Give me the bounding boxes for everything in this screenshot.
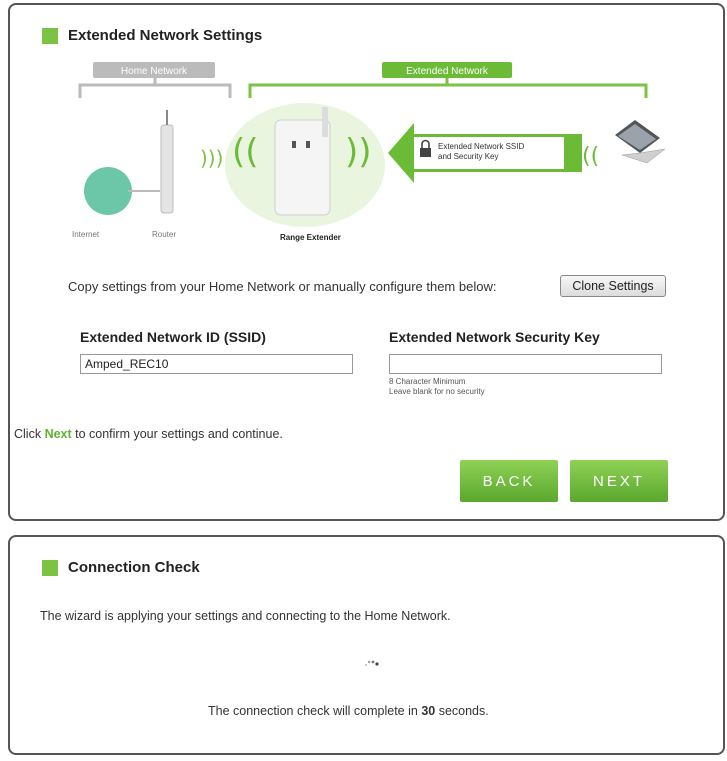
laptop-wifi-waves-icon: (( [582, 144, 599, 169]
network-diagram: Home Network Extended Network ))) Intern… [72, 62, 666, 242]
section-marker-icon [42, 559, 58, 576]
router-label: Router [152, 230, 176, 239]
next-button[interactable]: NEXT [570, 460, 668, 502]
countdown-prefix: The connection check will complete in [208, 704, 422, 718]
laptop-icon [615, 120, 666, 164]
range-extender-label: Range Extender [280, 233, 341, 242]
extended-network-settings-panel: Extended Network Settings Home Network E… [8, 3, 725, 521]
connection-check-panel: Connection Check The wizard is applying … [8, 535, 725, 755]
section-marker-icon [42, 27, 58, 44]
clone-settings-button[interactable]: Clone Settings [560, 275, 666, 297]
applying-settings-text: The wizard is applying your settings and… [40, 609, 451, 623]
router-wifi-waves-icon: ))) [200, 146, 223, 170]
extended-network-settings-title: Extended Network Settings [68, 27, 263, 44]
lock-icon [420, 148, 431, 157]
confirm-instruction: Click Next to confirm your settings and … [14, 427, 283, 441]
loading-spinner-icon [365, 660, 379, 666]
countdown-seconds: 30 [421, 704, 436, 718]
completion-countdown: The connection check will complete in 30… [208, 704, 489, 718]
extended-network-label: Extended Network [406, 66, 489, 77]
confirm-prefix: Click [14, 427, 45, 441]
internet-globe-icon [84, 167, 132, 215]
back-button[interactable]: BACK [460, 460, 558, 502]
confirm-suffix: to confirm your settings and continue. [71, 427, 283, 441]
key-hint-blank: Leave blank for no security [389, 387, 485, 396]
ssid-input[interactable] [80, 354, 353, 374]
extender-right-waves-icon: )) [345, 132, 372, 172]
extender-left-waves-icon: (( [232, 132, 259, 172]
router-icon [160, 124, 174, 214]
ssid-callout-line2: and Security Key [438, 152, 498, 161]
confirm-next-word: Next [44, 427, 72, 441]
panel-title: Extended Network Settings [42, 27, 262, 44]
range-extender-icon [274, 119, 331, 216]
panel-title: Connection Check [42, 559, 200, 576]
home-network-label: Home Network [121, 66, 188, 77]
ssid-callout-line1: Extended Network SSID [438, 142, 524, 151]
security-key-input[interactable] [389, 354, 662, 374]
ssid-label: Extended Network ID (SSID) [80, 329, 266, 345]
connection-check-title: Connection Check [68, 559, 200, 576]
key-hint-minimum: 8 Character Minimum [389, 377, 466, 386]
countdown-suffix: seconds. [435, 704, 489, 718]
security-key-label: Extended Network Security Key [389, 329, 600, 345]
extended-network-bracket [248, 83, 648, 98]
copy-settings-text: Copy settings from your Home Network or … [68, 279, 497, 294]
home-network-bracket [78, 83, 232, 98]
internet-label: Internet [72, 230, 100, 239]
